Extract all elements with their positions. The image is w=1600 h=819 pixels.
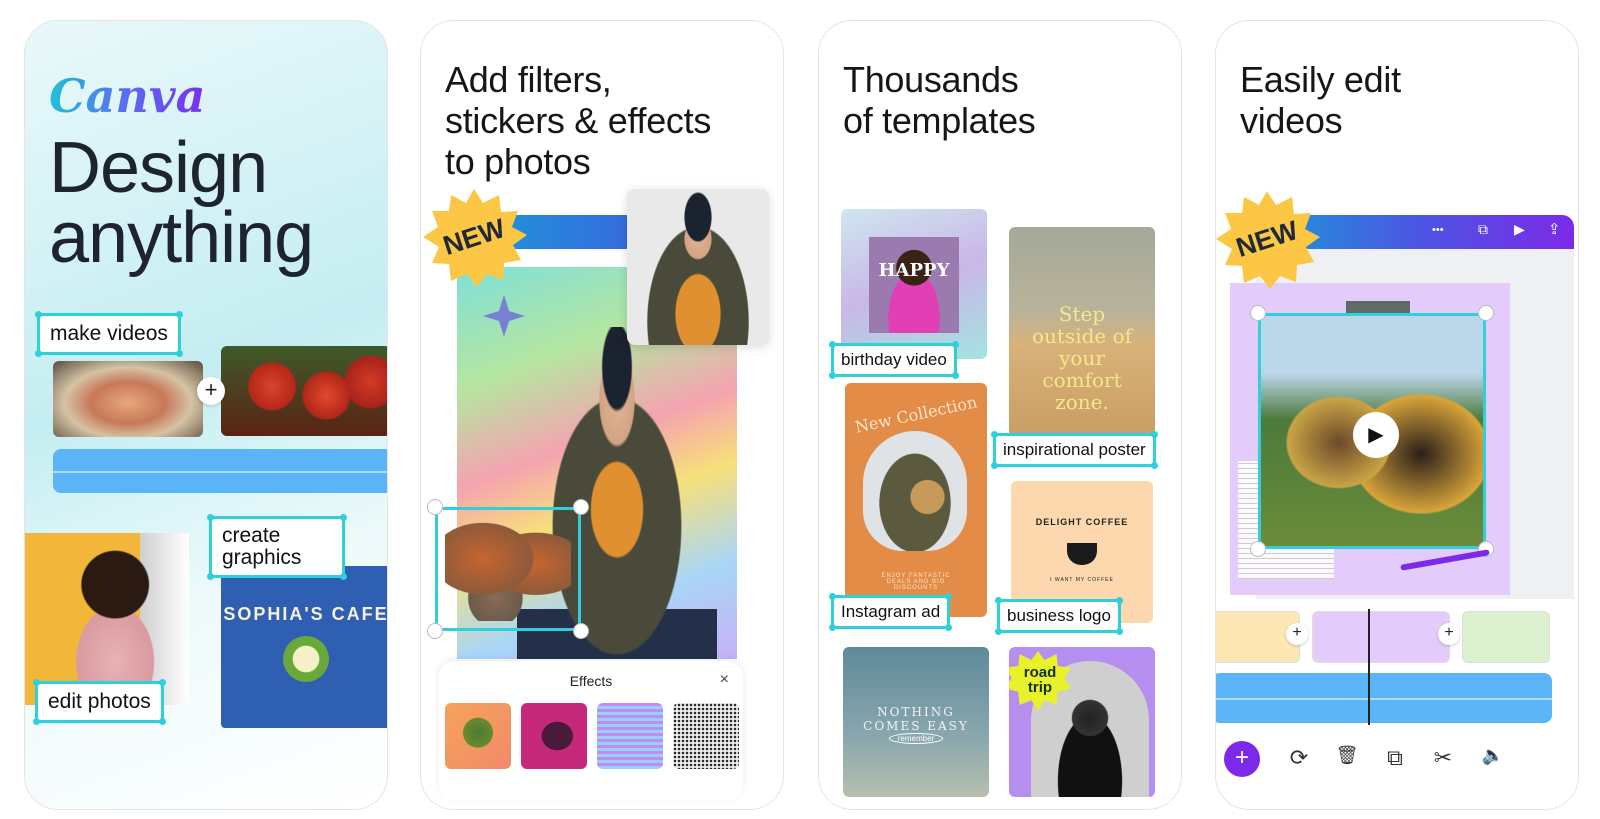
resize-handle-tl[interactable] — [427, 499, 443, 515]
purple-scribble — [1400, 549, 1490, 571]
close-icon[interactable]: × — [720, 671, 729, 689]
split-icon[interactable]: ✂ — [1428, 745, 1458, 771]
panel-design-anything: Canva Design anything + make videos SOPH… — [24, 20, 388, 810]
headline-line-1: Design — [49, 128, 268, 208]
effect-thumbnail-duotone-green[interactable] — [445, 703, 511, 769]
template-quote-circle[interactable]: NOTHING COMES EASY remember — [843, 647, 989, 797]
video-play-button[interactable]: ▶ — [1353, 412, 1399, 458]
quote-circle-text: NOTHING COMES EASY — [863, 705, 969, 733]
tag-label: inspirational poster — [1003, 440, 1146, 459]
quote-remember: remember — [889, 733, 943, 744]
tag-edit-photos: edit photos — [33, 679, 166, 725]
panel-templates: Thousands of templates HAPPY BIRTHDAY bi… — [818, 20, 1182, 810]
tag-label: business logo — [1007, 606, 1111, 625]
headline-line-1: Easily edit — [1240, 59, 1401, 100]
audio-track[interactable] — [53, 449, 387, 493]
resize-handle-tr[interactable] — [573, 499, 589, 515]
share-icon[interactable]: ⇪ — [1548, 220, 1561, 238]
add-transition-button[interactable]: + — [1286, 623, 1308, 645]
ad-subtext: ENJOY FANTASTIC DEALS AND BIG DISCOUNTS — [881, 573, 951, 591]
add-element-button[interactable]: + — [1224, 741, 1260, 777]
butterfly-sticker[interactable] — [427, 499, 589, 639]
tag-label: birthday video — [841, 350, 947, 369]
app-store-screenshots: Canva Design anything + make videos SOPH… — [0, 0, 1600, 819]
tomato-video-clip[interactable] — [221, 346, 387, 436]
resize-handle-tr[interactable] — [1478, 305, 1494, 321]
tag-birthday-video: birthday video — [829, 341, 959, 379]
delete-icon[interactable]: 🗑 — [1332, 745, 1362, 766]
tag-inspirational-poster: inspirational poster — [991, 431, 1158, 469]
playhead[interactable] — [1368, 609, 1370, 725]
play-icon[interactable]: ▶ — [1514, 221, 1525, 238]
resize-handle-bl[interactable] — [427, 623, 443, 639]
template-instagram-ad[interactable]: New Collection ENJOY FANTASTIC DEALS AND… — [845, 383, 987, 617]
tag-instagram-ad: Instagram ad — [828, 593, 953, 631]
effect-thumbnail-glitch[interactable] — [597, 703, 663, 769]
resize-handle-bl[interactable] — [1250, 541, 1266, 557]
tag-make-videos: make videos — [35, 311, 183, 357]
tag-label: edit photos — [48, 690, 151, 713]
duplicate-icon[interactable]: ⧉ — [1380, 745, 1410, 771]
canva-logo: Canva — [49, 69, 206, 123]
headline: Thousands of templates — [843, 59, 1036, 141]
panel-filters-stickers: Add filters, stickers & effects to photo… — [420, 20, 784, 810]
cafe-sun-icon — [283, 636, 329, 682]
panel-edit-videos: Easily edit videos ••• ⧉ ▶ ⇪ ▶ NEW + + +… — [1215, 20, 1579, 810]
audio-waveform — [53, 471, 387, 473]
headline-line-2: anything — [49, 198, 314, 278]
audio-waveform — [1216, 698, 1552, 700]
video-frame[interactable]: ▶ — [1258, 313, 1486, 549]
cafe-name: SOPHIA'S CAFE — [223, 604, 388, 624]
headline-line-1: Thousands — [843, 59, 1019, 100]
audio-track[interactable] — [1216, 673, 1552, 723]
new-badge: NEW — [1216, 189, 1322, 289]
headline-line-1: Add filters, — [445, 59, 612, 100]
effects-title: Effects — [569, 673, 613, 689]
headline-line-2: of templates — [843, 100, 1036, 141]
video-canvas[interactable]: ▶ — [1230, 283, 1510, 595]
poster-text: Step outside of your comfort zone. — [1031, 302, 1133, 414]
timeline-clip-2[interactable] — [1312, 611, 1450, 663]
headline: Easily edit videos — [1240, 59, 1401, 141]
headline: Design anything — [49, 128, 314, 278]
resize-handle-tl[interactable] — [1250, 305, 1266, 321]
logo-subtext: I WANT MY COFFEE — [1050, 577, 1114, 583]
effect-thumbnail-halftone[interactable] — [673, 703, 739, 769]
add-clip-button[interactable]: + — [197, 377, 225, 405]
template-inspirational-poster[interactable]: Step outside of your comfort zone. — [1009, 227, 1155, 439]
timeline-clip-3[interactable] — [1462, 611, 1550, 663]
replace-icon[interactable]: ⟳ — [1284, 745, 1314, 771]
logo-text: DELIGHT COFFEE — [1035, 517, 1129, 527]
template-road-trip[interactable]: road trip — [1009, 647, 1155, 797]
effects-panel: Effects × — [439, 661, 743, 801]
road-trip-text: road trip — [1023, 664, 1057, 696]
birthday-template-text: HAPPY BIRTHDAY — [878, 260, 950, 281]
template-birthday-video[interactable]: HAPPY BIRTHDAY — [841, 209, 987, 359]
effect-thumbnail-duotone-magenta[interactable] — [521, 703, 587, 769]
headline-line-2: videos — [1240, 100, 1343, 141]
more-options-icon[interactable]: ••• — [1432, 224, 1444, 236]
coffee-cup-icon — [1067, 543, 1097, 565]
sophias-cafe-graphic[interactable]: SOPHIA'S CAFE — [221, 566, 388, 728]
add-transition-button[interactable]: + — [1438, 623, 1460, 645]
volume-icon[interactable]: 🔈 — [1478, 745, 1508, 766]
headline-line-3: to photos — [445, 141, 591, 182]
selection-box — [435, 507, 581, 631]
pages-icon[interactable]: ⧉ — [1478, 221, 1488, 238]
original-photo[interactable] — [627, 189, 769, 345]
tag-label: create graphics — [222, 524, 302, 569]
ad-photo — [863, 431, 967, 551]
tag-label: make videos — [50, 322, 168, 345]
tag-label: Instagram ad — [841, 602, 941, 621]
resize-handle-br[interactable] — [573, 623, 589, 639]
new-badge: NEW — [421, 187, 529, 287]
tag-create-graphics: create graphics — [207, 514, 347, 580]
tag-business-logo: business logo — [995, 597, 1123, 635]
pizza-video-clip[interactable] — [53, 361, 203, 437]
headline: Add filters, stickers & effects to photo… — [445, 59, 711, 182]
headline-line-2: stickers & effects — [445, 100, 712, 141]
